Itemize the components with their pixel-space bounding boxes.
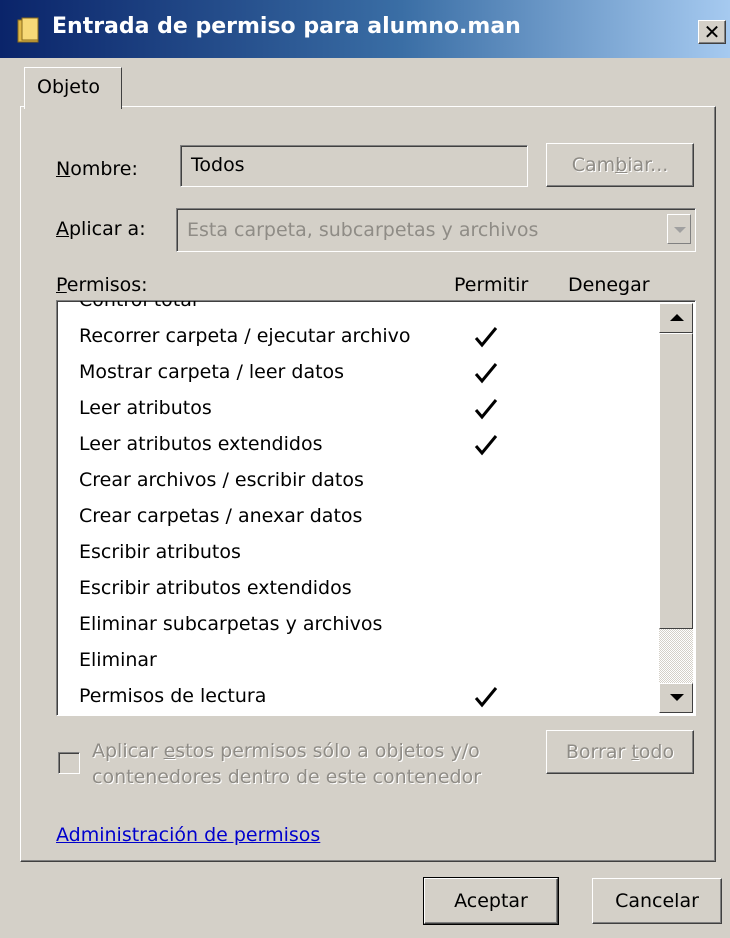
- title-bar: Entrada de permiso para alumno.man ✕: [0, 0, 730, 58]
- permission-name: Leer atributos extendidos: [79, 433, 323, 455]
- permission-row[interactable]: Permisos de lectura: [57, 679, 657, 715]
- name-value: Todos: [191, 154, 245, 176]
- permission-name: Eliminar: [79, 649, 157, 671]
- name-field[interactable]: Todos: [180, 145, 528, 187]
- apply-only-checkbox[interactable]: [58, 752, 80, 774]
- permission-name: Crear carpetas / anexar datos: [79, 505, 363, 527]
- permission-row[interactable]: Crear archivos / escribir datos: [57, 463, 657, 499]
- permission-name: Mostrar carpeta / leer datos: [79, 361, 345, 383]
- allow-column-header: Permitir: [454, 274, 529, 296]
- permission-row[interactable]: Control total: [57, 300, 657, 319]
- permission-name: Escribir atributos: [79, 541, 241, 563]
- checkmark-icon: [474, 327, 498, 348]
- permission-name: Recorrer carpeta / ejecutar archivo: [79, 325, 411, 347]
- checkmark-icon: [474, 687, 498, 708]
- manage-permissions-link[interactable]: Administración de permisos: [56, 824, 320, 846]
- apply-to-select[interactable]: Esta carpeta, subcarpetas y archivos: [176, 208, 696, 252]
- permission-row[interactable]: Leer atributos: [57, 391, 657, 427]
- clear-all-button[interactable]: Borrar todo: [546, 730, 694, 774]
- permission-row[interactable]: Leer atributos extendidos: [57, 427, 657, 463]
- permission-name: Permisos de lectura: [79, 685, 267, 707]
- permission-name: Escribir atributos extendidos: [79, 577, 352, 599]
- folder-icon: [17, 17, 39, 43]
- permission-row[interactable]: Escribir atributos: [57, 535, 657, 571]
- change-button[interactable]: Cambiar...: [546, 143, 694, 187]
- permission-name: Crear archivos / escribir datos: [79, 469, 364, 491]
- deny-column-header: Denegar: [568, 274, 650, 296]
- checkmark-icon: [474, 363, 498, 384]
- permissions-list[interactable]: Control total Recorrer carpeta / ejecutar…: [56, 300, 696, 716]
- permissions-label: Permisos:: [56, 274, 148, 296]
- permission-name: Control total: [79, 300, 198, 311]
- permission-row[interactable]: Eliminar: [57, 643, 657, 679]
- tab-label: Objeto: [37, 76, 101, 98]
- tab-objeto[interactable]: Objeto: [24, 67, 122, 109]
- name-label: Nombre:: [56, 158, 138, 180]
- ok-button[interactable]: Aceptar: [423, 877, 559, 925]
- apply-to-label: Aplicar a:: [56, 218, 146, 240]
- chevron-down-icon[interactable]: [667, 214, 691, 244]
- scroll-down-button[interactable]: [659, 683, 693, 713]
- scroll-thumb[interactable]: [659, 333, 693, 629]
- checkmark-icon: [474, 435, 498, 456]
- permission-row[interactable]: Crear carpetas / anexar datos: [57, 499, 657, 535]
- scroll-up-button[interactable]: [659, 303, 693, 333]
- permission-row[interactable]: Recorrer carpeta / ejecutar archivo: [57, 319, 657, 355]
- permission-name: Eliminar subcarpetas y archivos: [79, 613, 383, 635]
- permission-name: Leer atributos: [79, 397, 212, 419]
- permission-row[interactable]: Eliminar subcarpetas y archivos: [57, 607, 657, 643]
- apply-to-value: Esta carpeta, subcarpetas y archivos: [187, 219, 539, 241]
- window-title: Entrada de permiso para alumno.man: [52, 14, 521, 39]
- checkmark-icon: [474, 399, 498, 420]
- permission-row[interactable]: Mostrar carpeta / leer datos: [57, 355, 657, 391]
- close-button[interactable]: ✕: [698, 20, 726, 44]
- apply-only-label: Aplicar estos permisos sólo a objetos y/…: [92, 740, 482, 788]
- permission-row[interactable]: Escribir atributos extendidos: [57, 571, 657, 607]
- cancel-button[interactable]: Cancelar: [592, 878, 722, 924]
- scrollbar[interactable]: [659, 303, 693, 713]
